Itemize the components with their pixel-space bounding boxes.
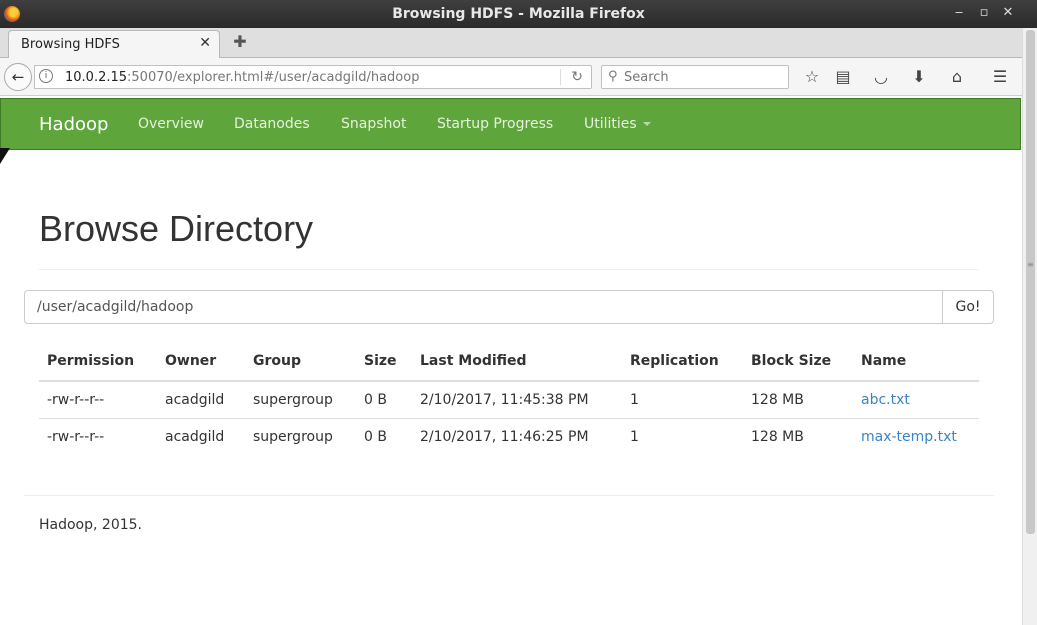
url-host: 10.0.2.15 (65, 70, 128, 85)
cell-last-modified: 2/10/2017, 11:46:25 PM (420, 428, 589, 445)
col-last-modified[interactable]: Last Modified (412, 342, 622, 382)
tab-strip: Browsing HDFS ✕ ✚ (0, 28, 1022, 58)
home-icon[interactable]: ⌂ (946, 66, 968, 88)
navigation-toolbar: ← i 10.0.2.15:50070/explorer.html#/user/… (0, 58, 1022, 96)
nav-datanodes[interactable]: Datanodes (234, 116, 310, 132)
nav-snapshot[interactable]: Snapshot (341, 116, 406, 132)
navbar-brand[interactable]: Hadoop (39, 114, 108, 135)
window-titlebar: Browsing HDFS - Mozilla Firefox ‒ ▫ ✕ (0, 0, 1037, 28)
back-icon[interactable]: ← (4, 63, 32, 91)
col-name[interactable]: Name (853, 342, 979, 382)
url-bar[interactable]: i 10.0.2.15:50070/explorer.html#/user/ac… (34, 65, 592, 89)
tab-label: Browsing HDFS (21, 37, 120, 52)
cell-size: 0 B (364, 428, 387, 445)
table-row: -rw-r--r-- acadgild supergroup 0 B 2/10/… (39, 381, 979, 419)
table-row: -rw-r--r-- acadgild supergroup 0 B 2/10/… (39, 418, 979, 455)
file-link[interactable]: abc.txt (861, 392, 910, 408)
minimize-icon[interactable]: ‒ (950, 5, 968, 20)
search-bar[interactable]: ⚲ (601, 65, 789, 89)
maximize-icon[interactable]: ▫ (975, 5, 993, 20)
reader-view-icon[interactable]: ▤ (832, 66, 854, 88)
scrollbar-thumb[interactable] (1026, 30, 1035, 534)
col-owner[interactable]: Owner (157, 342, 245, 382)
file-listing-table: Permission Owner Group Size Last Modifie… (39, 342, 979, 455)
cell-block-size: 128 MB (743, 381, 853, 419)
cell-group: supergroup (253, 428, 333, 445)
nav-utilities[interactable]: Utilities (584, 116, 651, 132)
footer-text: Hadoop, 2015. (39, 517, 142, 533)
directory-path-input[interactable] (24, 290, 943, 324)
cell-name: abc.txt (853, 381, 979, 419)
cell-owner: acadgild (157, 381, 245, 419)
cell-permission: -rw-r--r-- (47, 428, 105, 445)
path-form: Go! (24, 290, 994, 324)
col-block-size[interactable]: Block Size (743, 342, 853, 382)
cell-owner: acadgild (165, 428, 225, 445)
url-separator (560, 69, 561, 85)
page-title: Browse Directory (39, 208, 314, 249)
search-input[interactable] (624, 68, 784, 86)
go-button[interactable]: Go! (942, 290, 994, 324)
page-scrollbar[interactable]: ≡ (1022, 28, 1037, 625)
cell-block-size: 128 MB (751, 428, 804, 445)
reload-icon[interactable]: ↻ (571, 69, 583, 85)
cell-size: 0 B (356, 381, 412, 419)
divider (39, 269, 979, 270)
col-permission[interactable]: Permission (39, 342, 157, 382)
hadoop-navbar: Hadoop Overview Datanodes Snapshot Start… (0, 98, 1021, 150)
file-link[interactable]: max-temp.txt (861, 429, 957, 445)
footer-divider (24, 495, 994, 496)
cell-group: supergroup (245, 381, 356, 419)
nav-utilities-label: Utilities (584, 116, 637, 132)
chevron-down-icon (642, 122, 651, 126)
window-title: Browsing HDFS - Mozilla Firefox (392, 6, 645, 22)
bookmark-star-icon[interactable]: ☆ (801, 66, 823, 88)
scrollbar-grip: ≡ (1027, 260, 1034, 269)
search-icon: ⚲ (608, 69, 618, 84)
table-header-row: Permission Owner Group Size Last Modifie… (39, 342, 979, 382)
site-info-icon[interactable]: i (39, 69, 53, 83)
nav-overview[interactable]: Overview (138, 116, 204, 132)
tab-browsing-hdfs[interactable]: Browsing HDFS ✕ (8, 30, 220, 58)
menu-icon[interactable]: ☰ (989, 66, 1011, 88)
pocket-icon[interactable]: ◡ (870, 66, 892, 88)
close-window-icon[interactable]: ✕ (999, 5, 1017, 20)
col-group[interactable]: Group (245, 342, 356, 382)
download-icon[interactable]: ⬇ (908, 66, 930, 88)
mouse-cursor-icon (0, 148, 10, 164)
cell-replication: 1 (622, 381, 743, 419)
url-path: :50070/explorer.html#/user/acadgild/hado… (127, 70, 420, 85)
cell-permission: -rw-r--r-- (39, 381, 157, 419)
nav-startup-progress[interactable]: Startup Progress (437, 116, 553, 132)
close-tab-icon[interactable]: ✕ (199, 35, 211, 51)
col-replication[interactable]: Replication (622, 342, 743, 382)
url-text[interactable]: 10.0.2.15:50070/explorer.html#/user/acad… (65, 70, 419, 85)
cell-replication: 1 (630, 428, 639, 445)
cell-last-modified: 2/10/2017, 11:45:38 PM (412, 381, 622, 419)
new-tab-icon[interactable]: ✚ (230, 32, 250, 52)
cell-name: max-temp.txt (853, 418, 979, 455)
col-size[interactable]: Size (356, 342, 412, 382)
